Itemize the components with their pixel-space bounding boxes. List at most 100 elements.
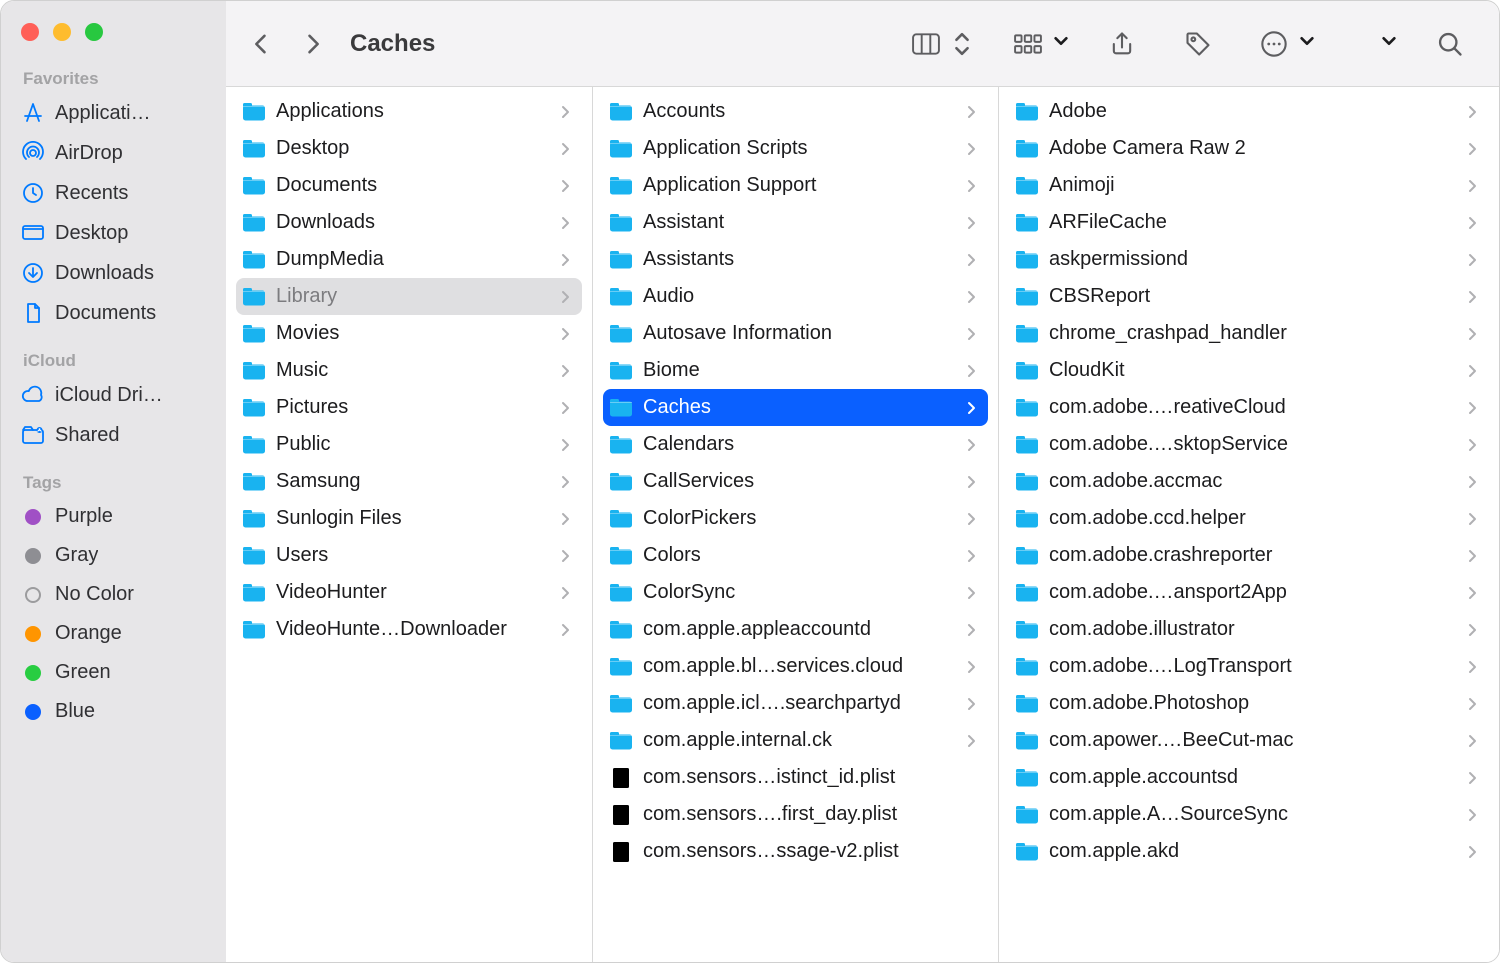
folder-row[interactable]: com.adobe.illustrator bbox=[1009, 611, 1489, 648]
folder-row[interactable]: com.apower.…BeeCut-mac bbox=[1009, 722, 1489, 759]
folder-row[interactable]: com.adobe.…ansport2App bbox=[1009, 574, 1489, 611]
sidebar-item[interactable]: Desktop bbox=[1, 213, 226, 253]
folder-row[interactable]: com.adobe.Photoshop bbox=[1009, 685, 1489, 722]
forward-button[interactable] bbox=[290, 23, 336, 65]
folder-row[interactable]: com.apple.internal.ck bbox=[603, 722, 988, 759]
folder-row[interactable]: com.adobe.…LogTransport bbox=[1009, 648, 1489, 685]
folder-row[interactable]: Desktop bbox=[236, 130, 582, 167]
file-row[interactable]: com.sensors….first_day.plist bbox=[603, 796, 988, 833]
folder-row[interactable]: ColorSync bbox=[603, 574, 988, 611]
sidebar-item[interactable]: Blue bbox=[1, 692, 226, 731]
search-button[interactable] bbox=[1427, 23, 1473, 65]
minimize-window[interactable] bbox=[53, 23, 71, 41]
view-options-button[interactable] bbox=[949, 23, 975, 65]
share-button[interactable] bbox=[1099, 23, 1145, 65]
item-name: Downloads bbox=[276, 211, 548, 234]
folder-row[interactable]: Adobe Camera Raw 2 bbox=[1009, 130, 1489, 167]
folder-row[interactable]: com.adobe.…sktopService bbox=[1009, 426, 1489, 463]
sidebar-item[interactable]: No Color bbox=[1, 575, 226, 614]
folder-icon bbox=[609, 359, 633, 383]
folder-row[interactable]: Samsung bbox=[236, 463, 582, 500]
fullscreen-window[interactable] bbox=[85, 23, 103, 41]
sidebar-item[interactable]: iCloud Dri… bbox=[1, 375, 226, 415]
folder-row[interactable]: com.apple.icl….searchpartyd bbox=[603, 685, 988, 722]
sidebar-item[interactable]: Purple bbox=[1, 497, 226, 536]
folder-row[interactable]: Users bbox=[236, 537, 582, 574]
folder-row[interactable]: Public bbox=[236, 426, 582, 463]
sidebar-item[interactable]: Recents bbox=[1, 173, 226, 213]
sidebar-item[interactable]: Shared bbox=[1, 415, 226, 455]
sidebar-item[interactable]: Downloads bbox=[1, 253, 226, 293]
folder-row[interactable]: Calendars bbox=[603, 426, 988, 463]
folder-row[interactable]: com.apple.akd bbox=[1009, 833, 1489, 870]
folder-row[interactable]: com.adobe.accmac bbox=[1009, 463, 1489, 500]
column-view-icon[interactable] bbox=[903, 23, 949, 65]
folder-row[interactable]: Application Support bbox=[603, 167, 988, 204]
folder-icon bbox=[242, 359, 266, 383]
tags-button[interactable] bbox=[1175, 23, 1221, 65]
item-name: com.adobe.…sktopService bbox=[1049, 433, 1455, 456]
folder-row[interactable]: Adobe bbox=[1009, 93, 1489, 130]
folder-row[interactable]: Colors bbox=[603, 537, 988, 574]
folder-row[interactable]: ARFileCache bbox=[1009, 204, 1489, 241]
close-window[interactable] bbox=[21, 23, 39, 41]
sidebar-item[interactable]: Gray bbox=[1, 536, 226, 575]
folder-row[interactable]: com.apple.A…SourceSync bbox=[1009, 796, 1489, 833]
file-row[interactable]: com.sensors…ssage-v2.plist bbox=[603, 833, 988, 870]
folder-row[interactable]: Documents bbox=[236, 167, 582, 204]
folder-row[interactable]: Autosave Information bbox=[603, 315, 988, 352]
folder-row[interactable]: VideoHunte…Downloader bbox=[236, 611, 582, 648]
folder-row[interactable]: DumpMedia bbox=[236, 241, 582, 278]
folder-row[interactable]: com.apple.bl…services.cloud bbox=[603, 648, 988, 685]
chevron-right-icon bbox=[558, 327, 572, 341]
sidebar-item[interactable]: Applicati… bbox=[1, 93, 226, 133]
folder-row[interactable]: com.adobe.…reativeCloud bbox=[1009, 389, 1489, 426]
overflow-button[interactable] bbox=[1381, 32, 1397, 55]
folder-icon bbox=[1015, 470, 1039, 494]
sidebar-item[interactable]: Orange bbox=[1, 614, 226, 653]
group-by-control[interactable] bbox=[1005, 23, 1069, 65]
folder-row[interactable]: com.apple.accountsd bbox=[1009, 759, 1489, 796]
folder-row[interactable]: Assistant bbox=[603, 204, 988, 241]
folder-row[interactable]: Music bbox=[236, 352, 582, 389]
sidebar-item[interactable]: AirDrop bbox=[1, 133, 226, 173]
file-row[interactable]: com.sensors…istinct_id.plist bbox=[603, 759, 988, 796]
folder-row[interactable]: Downloads bbox=[236, 204, 582, 241]
folder-row[interactable]: Animoji bbox=[1009, 167, 1489, 204]
folder-row[interactable]: com.adobe.ccd.helper bbox=[1009, 500, 1489, 537]
folder-row[interactable]: Audio bbox=[603, 278, 988, 315]
chevron-right-icon bbox=[1465, 253, 1479, 267]
group-by-icon bbox=[1005, 23, 1051, 65]
folder-row[interactable]: Applications bbox=[236, 93, 582, 130]
item-name: Adobe Camera Raw 2 bbox=[1049, 137, 1455, 160]
folder-row[interactable]: VideoHunter bbox=[236, 574, 582, 611]
sidebar-item-label: Desktop bbox=[55, 222, 128, 245]
folder-row[interactable]: Assistants bbox=[603, 241, 988, 278]
folder-row[interactable]: chrome_crashpad_handler bbox=[1009, 315, 1489, 352]
sidebar-item[interactable]: Green bbox=[1, 653, 226, 692]
folder-row[interactable]: CallServices bbox=[603, 463, 988, 500]
folder-row[interactable]: Library bbox=[236, 278, 582, 315]
folder-row[interactable]: com.apple.appleaccountd bbox=[603, 611, 988, 648]
item-name: ColorPickers bbox=[643, 507, 954, 530]
back-button[interactable] bbox=[238, 23, 284, 65]
folder-row[interactable]: askpermissiond bbox=[1009, 241, 1489, 278]
folder-row[interactable]: Movies bbox=[236, 315, 582, 352]
folder-row[interactable]: Caches bbox=[603, 389, 988, 426]
folder-row[interactable]: Application Scripts bbox=[603, 130, 988, 167]
folder-row[interactable]: Accounts bbox=[603, 93, 988, 130]
sidebar-item[interactable]: Documents bbox=[1, 293, 226, 333]
action-menu-button[interactable] bbox=[1251, 23, 1315, 65]
folder-row[interactable]: Biome bbox=[603, 352, 988, 389]
folder-row[interactable]: Pictures bbox=[236, 389, 582, 426]
folder-row[interactable]: CloudKit bbox=[1009, 352, 1489, 389]
sidebar-item-label: Blue bbox=[55, 700, 95, 723]
folder-row[interactable]: com.adobe.crashreporter bbox=[1009, 537, 1489, 574]
folder-row[interactable]: Sunlogin Files bbox=[236, 500, 582, 537]
item-name: VideoHunte…Downloader bbox=[276, 618, 548, 641]
folder-row[interactable]: ColorPickers bbox=[603, 500, 988, 537]
item-name: com.sensors….first_day.plist bbox=[643, 803, 978, 826]
view-mode-group bbox=[903, 23, 975, 65]
folder-row[interactable]: CBSReport bbox=[1009, 278, 1489, 315]
chevron-right-icon bbox=[1465, 586, 1479, 600]
